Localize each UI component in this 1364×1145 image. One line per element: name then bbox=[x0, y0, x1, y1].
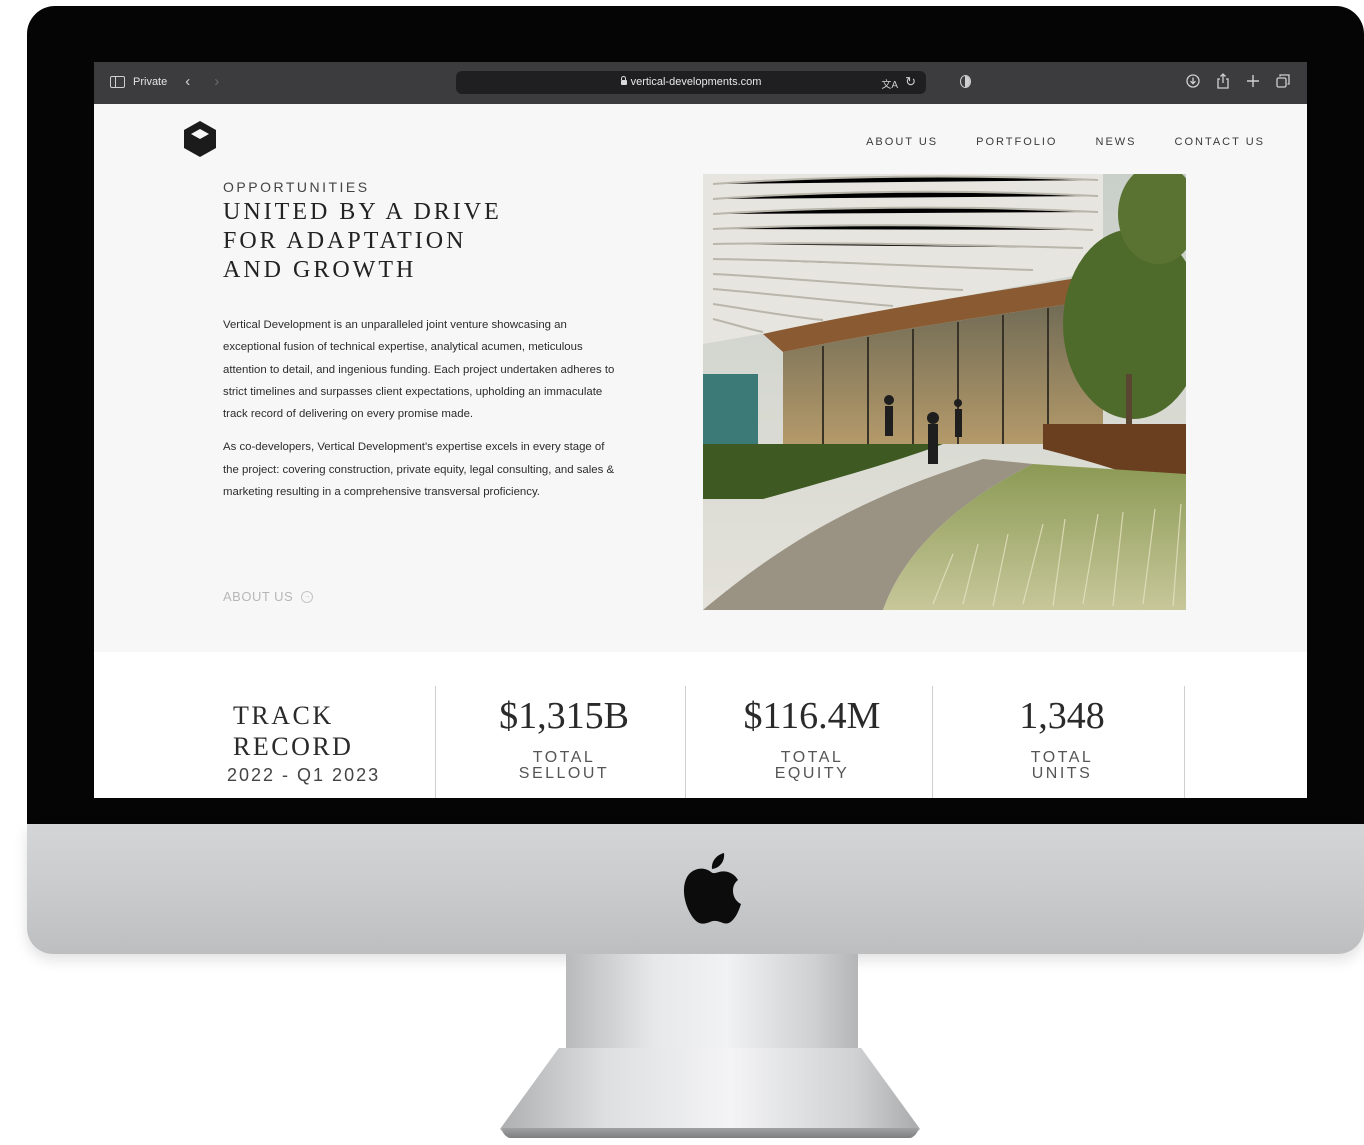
nav-contact-us[interactable]: CONTACT US bbox=[1175, 136, 1266, 148]
arrow-right-circle-icon: → bbox=[301, 590, 314, 603]
monitor-stand-edge bbox=[502, 1128, 918, 1138]
chevron-right-icon[interactable]: › bbox=[214, 74, 219, 89]
hero-description: Vertical Development is an unparalleled … bbox=[223, 314, 618, 514]
stat-label: TOTAL UNITS bbox=[942, 750, 1182, 782]
stat-label: TOTAL EQUITY bbox=[692, 750, 932, 782]
track-record-title-line: TRACK bbox=[233, 701, 334, 730]
stat-label-line: UNITS bbox=[1031, 765, 1093, 782]
url-text: vertical-developments.com bbox=[630, 76, 762, 88]
monitor-stand-base bbox=[500, 1048, 920, 1138]
hero-paragraph: As co-developers, Vertical Development's… bbox=[223, 441, 615, 499]
share-icon[interactable] bbox=[1215, 73, 1231, 89]
vertical-logo-icon[interactable] bbox=[182, 120, 218, 158]
track-record-title-line: RECORD bbox=[233, 732, 354, 761]
track-record-period: 2022 - Q1 2023 bbox=[227, 765, 381, 785]
hero-headline: UNITED BY A DRIVE FOR ADAPTATION AND GRO… bbox=[223, 198, 603, 285]
stat-total-units: 1,348 TOTAL UNITS bbox=[942, 694, 1182, 782]
headline-line: AND GROWTH bbox=[223, 257, 417, 283]
stat-value: 1,348 bbox=[1019, 695, 1105, 737]
download-icon[interactable] bbox=[1185, 73, 1201, 89]
stat-value: $116.4M bbox=[743, 695, 881, 737]
hero-building-image bbox=[703, 174, 1186, 610]
headline-line: FOR ADAPTATION bbox=[223, 228, 467, 254]
about-us-link-label: ABOUT US bbox=[223, 589, 294, 604]
stat-total-sellout: $1,315B TOTAL SELLOUT bbox=[444, 694, 684, 782]
stat-label-line: TOTAL bbox=[532, 749, 596, 766]
stat-value: $1,315B bbox=[499, 695, 629, 737]
section-eyebrow: OPPORTUNITIES bbox=[223, 179, 370, 195]
apple-logo-icon bbox=[683, 853, 741, 924]
toolbar-right-group bbox=[1185, 73, 1291, 89]
headline-line: UNITED BY A DRIVE bbox=[223, 199, 502, 225]
chevron-left-icon[interactable]: ‹ bbox=[185, 74, 190, 89]
about-us-link[interactable]: ABOUT US → bbox=[223, 589, 314, 604]
stat-label: TOTAL SELLOUT bbox=[444, 750, 684, 782]
address-bar[interactable]: vertical-developments.com 文A ↻ bbox=[456, 71, 926, 94]
divider bbox=[932, 686, 933, 798]
nav-about-us[interactable]: ABOUT US bbox=[866, 136, 938, 148]
nav-portfolio[interactable]: PORTFOLIO bbox=[976, 136, 1057, 148]
nav-news[interactable]: NEWS bbox=[1096, 136, 1137, 148]
sidebar-icon[interactable] bbox=[110, 76, 125, 88]
monitor-stand-neck bbox=[566, 954, 858, 1050]
stat-label-line: SELLOUT bbox=[518, 765, 610, 782]
stat-label-line: TOTAL bbox=[780, 749, 844, 766]
reload-icon[interactable]: ↻ bbox=[905, 74, 916, 90]
browser-toolbar: Private ‹ › vertical-developments.com 文A… bbox=[94, 62, 1307, 104]
hero-paragraph: Vertical Development is an unparalleled … bbox=[223, 319, 615, 421]
main-nav: ABOUT US PORTFOLIO NEWS CONTACT US bbox=[866, 136, 1265, 148]
translate-icon[interactable]: 文A bbox=[881, 76, 898, 91]
divider bbox=[1184, 686, 1185, 798]
stat-label-line: TOTAL bbox=[1030, 749, 1094, 766]
divider bbox=[435, 686, 436, 798]
shield-icon[interactable] bbox=[960, 75, 971, 88]
track-record-title: TRACK RECORD bbox=[233, 700, 353, 762]
plus-icon[interactable] bbox=[1245, 73, 1261, 89]
divider bbox=[685, 686, 686, 798]
private-mode-label: Private bbox=[133, 76, 168, 88]
stat-total-equity: $116.4M TOTAL EQUITY bbox=[692, 694, 932, 782]
screen: Private ‹ › vertical-developments.com 文A… bbox=[94, 62, 1307, 798]
tabs-overview-icon[interactable] bbox=[1275, 73, 1291, 89]
toolbar-left-group: Private ‹ › bbox=[110, 74, 219, 89]
stat-label-line: EQUITY bbox=[774, 765, 850, 782]
lock-icon bbox=[620, 76, 627, 85]
